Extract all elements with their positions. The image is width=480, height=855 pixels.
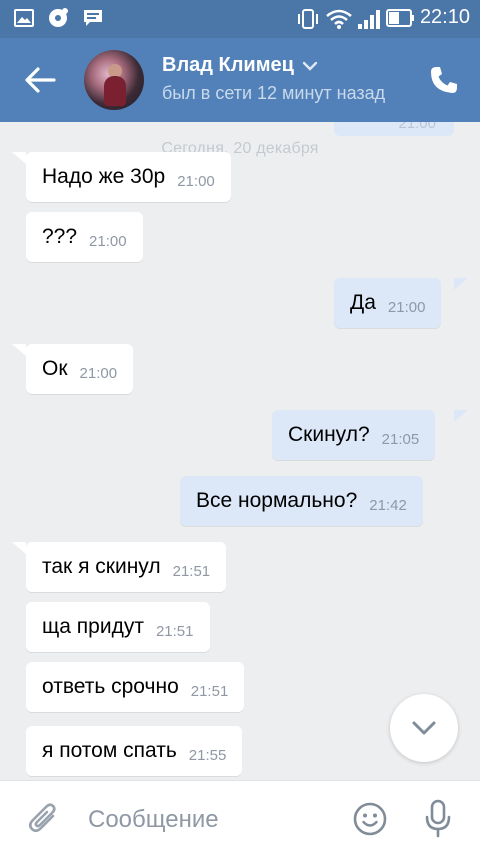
message-text: Скинул? [288, 423, 370, 446]
media-icon [48, 8, 68, 28]
smile-icon [353, 802, 387, 836]
back-button[interactable] [22, 62, 58, 98]
message-bubble-outgoing[interactable]: Все нормально? 21:42 [180, 476, 423, 526]
arrow-left-icon [25, 67, 56, 93]
message-bubble-incoming[interactable]: я потом спать 21:55 [26, 726, 243, 776]
bubble-tail [12, 344, 26, 356]
bubble-tail [12, 542, 26, 554]
chat-header: Влад Климец был в сети 12 минут назад [0, 38, 480, 122]
message-time: 21:00 [79, 364, 118, 382]
message-time: 21:42 [369, 496, 407, 514]
chevron-down-icon [302, 61, 318, 71]
message-time: 21:00 [398, 122, 436, 132]
message-bubble-incoming[interactable]: ??? 21:00 [26, 212, 143, 262]
message-text: Ок [42, 357, 68, 380]
compose-bar [0, 780, 480, 855]
scroll-down-button[interactable] [390, 694, 458, 762]
message-bubble-incoming[interactable]: Ок 21:00 [26, 344, 134, 394]
battery-icon [385, 8, 414, 28]
message-text: так я скинул [42, 555, 161, 578]
message-bubble-incoming[interactable]: ответь срочно 21:51 [26, 662, 245, 712]
chat-title[interactable]: Влад Климец был в сети 12 минут назад [162, 54, 412, 104]
message-time: 21:00 [89, 232, 127, 250]
message-list[interactable]: 21:00 Сегодня, 20 декабря Надо же 30р 21… [0, 122, 480, 780]
message-text: я потом спать [42, 739, 177, 762]
call-button[interactable] [428, 64, 460, 96]
signal-icon [356, 8, 380, 29]
attach-button[interactable] [26, 801, 60, 837]
clock: 22:10 [419, 6, 470, 28]
phone-icon [431, 67, 457, 93]
message-time: 21:51 [172, 562, 211, 580]
message-text: ща придут [42, 615, 144, 638]
bubble-tail [454, 410, 468, 422]
contact-name: Влад Климец [162, 54, 294, 76]
paperclip-icon [28, 803, 56, 833]
bubble-tail [12, 152, 26, 164]
message-text: Надо же 30р [42, 165, 166, 188]
message-text: Да [350, 291, 376, 314]
vibrate-icon [296, 8, 318, 29]
message-bubble-outgoing[interactable]: Скинул? 21:05 [272, 410, 436, 460]
message-time: 21:00 [177, 172, 215, 190]
message-bubble-outgoing[interactable]: Да 21:00 [334, 278, 442, 328]
message-bubble-incoming[interactable]: Надо же 30р 21:00 [26, 152, 231, 202]
status-bar: 22:10 [0, 0, 480, 38]
message-input[interactable] [86, 799, 330, 841]
microphone-button[interactable] [424, 799, 452, 839]
chevron-down-icon [412, 721, 436, 735]
message-bubble-incoming[interactable]: так я скинул 21:51 [26, 542, 227, 592]
message-text: ??? [42, 225, 78, 248]
message-bubble-incoming[interactable]: ща придут 21:51 [26, 602, 210, 652]
message-time: 21:51 [155, 622, 194, 640]
message-time: 21:00 [387, 298, 426, 316]
chat-notification-icon [82, 8, 102, 28]
message-time: 21:51 [190, 682, 229, 700]
message-time: 21:05 [381, 430, 420, 448]
message-text: ответь срочно [42, 675, 179, 698]
emoji-button[interactable] [352, 801, 388, 837]
bubble-tail [454, 278, 468, 290]
microphone-icon [425, 799, 451, 838]
online-status: был в сети 12 минут назад [162, 83, 386, 103]
avatar[interactable] [84, 50, 144, 110]
gallery-icon [14, 8, 34, 28]
wifi-icon [326, 8, 352, 29]
message-time: 21:55 [188, 746, 227, 764]
message-bubble-partial: 21:00 [334, 122, 454, 136]
message-text: Все нормально? [196, 489, 358, 512]
